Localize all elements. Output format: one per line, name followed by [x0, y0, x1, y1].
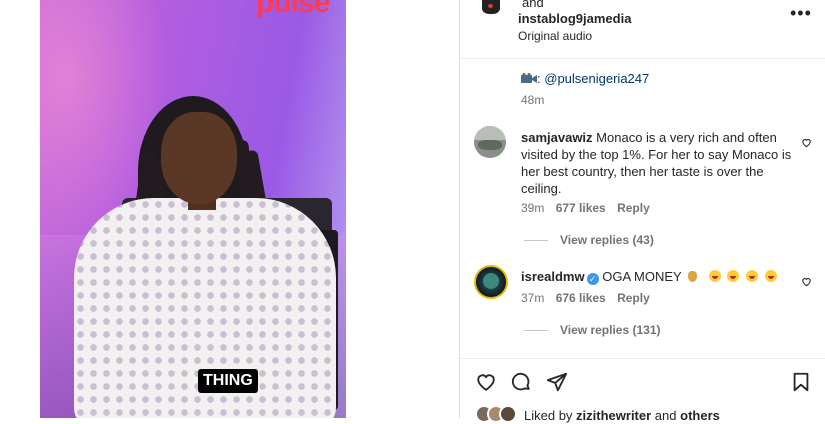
send-icon[interactable]	[546, 371, 568, 393]
cow-logo-icon	[482, 0, 500, 14]
mention-link[interactable]: @pulsenigeria247	[544, 71, 649, 86]
face	[161, 112, 237, 204]
comment-time: 39m	[521, 201, 545, 215]
comment-line: ceiling.	[521, 181, 562, 196]
comment-likes[interactable]: 676 likes	[556, 291, 606, 305]
comment-meta: 39m 677 likes Reply	[521, 200, 650, 217]
video-caption: THING	[198, 369, 258, 393]
liker-avatar[interactable]	[499, 405, 517, 423]
view-replies-button[interactable]: View replies (43)	[560, 232, 654, 249]
view-replies-button[interactable]: View replies (131)	[560, 322, 661, 339]
comment-icon[interactable]	[510, 371, 532, 393]
film-camera-icon	[521, 73, 537, 83]
actions-divider	[460, 358, 825, 359]
money-bag-icon	[688, 271, 698, 282]
comment-body: OGA MONEY	[602, 269, 682, 284]
avatar-hill	[478, 140, 502, 150]
laughing-emoji-icon	[745, 270, 758, 282]
verified-badge-icon: ✓	[586, 273, 599, 285]
avatar-figure	[483, 273, 499, 289]
comment-time: 37m	[521, 291, 545, 305]
description-line: : @pulsenigeria247	[521, 70, 649, 87]
comment-meta: 37m 676 likes Reply	[521, 290, 650, 307]
description-separator: :	[537, 71, 541, 86]
heart-icon[interactable]	[801, 137, 812, 148]
laughing-emoji-icon	[764, 270, 777, 282]
author-avatar[interactable]	[478, 0, 504, 22]
comment-line: Monaco is a very rich and often	[596, 130, 777, 145]
reply-button[interactable]: Reply	[617, 201, 650, 215]
liker-username[interactable]: zizithewriter	[576, 408, 651, 423]
likes-conj: and	[654, 408, 677, 423]
laughing-emoji-icon	[708, 270, 721, 282]
more-horizontal-icon[interactable]: •••	[790, 3, 812, 24]
bookmark-icon[interactable]	[790, 371, 812, 393]
comment-username[interactable]: samjavawiz	[521, 130, 593, 145]
avatar[interactable]	[474, 265, 508, 299]
likes-others[interactable]: others	[680, 408, 720, 423]
avatar-sky	[474, 126, 506, 140]
comment-text: samjavawiz Monaco is a very rich and oft…	[521, 129, 777, 146]
post-video[interactable]: pulse THING	[40, 0, 346, 418]
comment-likes[interactable]: 677 likes	[556, 201, 606, 215]
likes-summary: Liked by zizithewriter and others	[524, 407, 720, 424]
audio-label[interactable]: Original audio	[518, 28, 592, 45]
comment-line: her best country, then her taste is over…	[521, 164, 764, 179]
view-replies-line	[524, 240, 548, 241]
likes-prefix: Liked by	[524, 408, 573, 423]
heart-icon[interactable]	[801, 276, 812, 287]
view-replies-line	[524, 330, 548, 331]
header-divider	[460, 58, 825, 59]
heart-icon[interactable]	[475, 371, 497, 393]
collaborator-username[interactable]: instablog9jamedia	[518, 10, 631, 27]
description-time: 48m	[521, 93, 545, 107]
comment-text: isrealdmw ✓ OGA MONEY	[521, 268, 777, 285]
laughing-emoji-icon	[727, 270, 740, 282]
reply-button[interactable]: Reply	[617, 291, 650, 305]
page-margin	[0, 0, 40, 418]
avatar[interactable]	[474, 126, 506, 158]
comment-line: visited by the top 1%. For her to say Mo…	[521, 147, 792, 162]
comment-username[interactable]: isrealdmw	[521, 269, 585, 284]
pulse-logo: pulse	[256, 0, 330, 19]
